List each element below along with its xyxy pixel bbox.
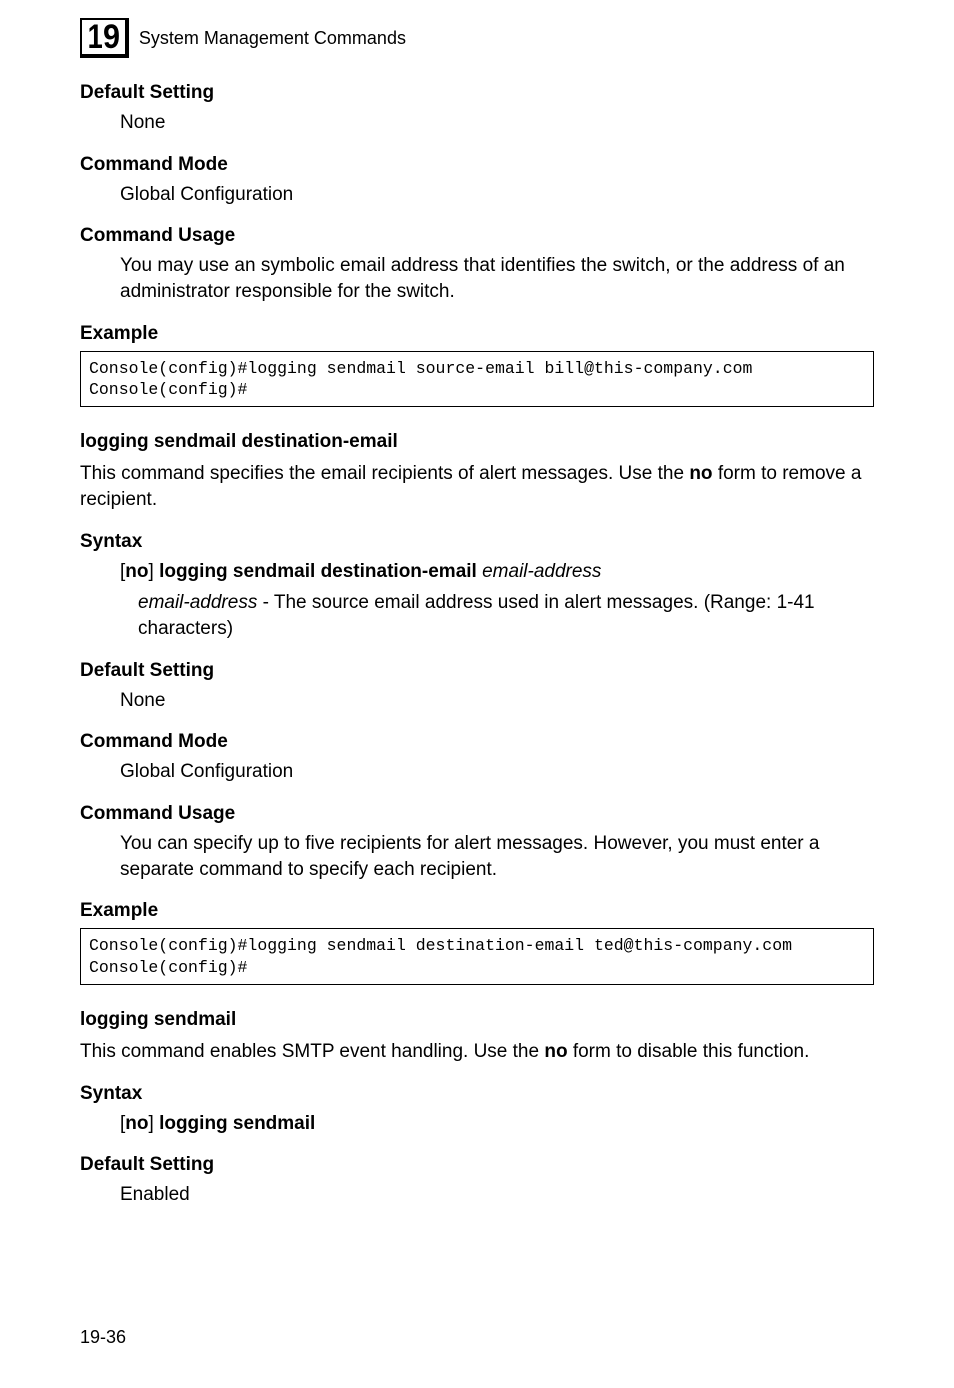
default-setting-heading: Default Setting <box>80 82 874 104</box>
syntax-heading: Syntax <box>80 531 874 553</box>
command-mode-heading: Command Mode <box>80 154 874 176</box>
chapter-header: 1 9 System Management Commands <box>80 18 874 58</box>
param-description: email-address - The source email address… <box>138 590 874 641</box>
chapter-digit-2: 9 <box>103 20 120 54</box>
syntax-bracket-close: ] <box>149 1113 160 1134</box>
default-setting-value: None <box>120 110 874 136</box>
page-number: 19-36 <box>80 1327 126 1348</box>
default-setting-value: Enabled <box>120 1182 874 1208</box>
syntax-line: [no] logging sendmail <box>120 1111 874 1137</box>
chapter-digit-1: 1 <box>88 20 101 54</box>
example-heading: Example <box>80 323 874 345</box>
command-description: This command specifies the email recipie… <box>80 461 874 512</box>
command-mode-value: Global Configuration <box>120 759 874 785</box>
desc-text-pre: This command specifies the email recipie… <box>80 463 689 484</box>
syntax-command: logging sendmail <box>159 1113 315 1134</box>
example-code-block: Console(config)#logging sendmail destina… <box>80 928 874 985</box>
command-title: logging sendmail <box>80 1009 874 1031</box>
example-heading: Example <box>80 900 874 922</box>
syntax-no-keyword: no <box>125 561 148 582</box>
chapter-number-icon: 1 9 <box>80 18 129 58</box>
syntax-no-keyword: no <box>125 1113 148 1134</box>
document-page: 1 9 System Management Commands Default S… <box>0 0 954 1388</box>
command-mode-heading: Command Mode <box>80 731 874 753</box>
default-setting-heading: Default Setting <box>80 1154 874 1176</box>
example-code-block: Console(config)#logging sendmail source-… <box>80 351 874 408</box>
desc-text-pre: This command enables SMTP event handling… <box>80 1041 544 1062</box>
param-name: email-address <box>138 592 257 613</box>
desc-no-keyword: no <box>544 1041 567 1062</box>
default-setting-value: None <box>120 688 874 714</box>
syntax-heading: Syntax <box>80 1083 874 1105</box>
command-usage-text: You can specify up to five recipients fo… <box>120 831 874 882</box>
syntax-param: email-address <box>477 561 602 582</box>
command-mode-value: Global Configuration <box>120 182 874 208</box>
syntax-bracket-close: ] <box>149 561 160 582</box>
default-setting-heading: Default Setting <box>80 660 874 682</box>
syntax-command: logging sendmail destination-email <box>159 561 477 582</box>
command-title: logging sendmail destination-email <box>80 431 874 453</box>
command-usage-heading: Command Usage <box>80 225 874 247</box>
command-usage-heading: Command Usage <box>80 803 874 825</box>
command-description: This command enables SMTP event handling… <box>80 1039 874 1065</box>
chapter-title: System Management Commands <box>139 28 406 49</box>
command-usage-text: You may use an symbolic email address th… <box>120 253 874 304</box>
desc-no-keyword: no <box>689 463 712 484</box>
syntax-line: [no] logging sendmail destination-email … <box>120 559 874 585</box>
desc-text-post: form to disable this function. <box>568 1041 810 1062</box>
